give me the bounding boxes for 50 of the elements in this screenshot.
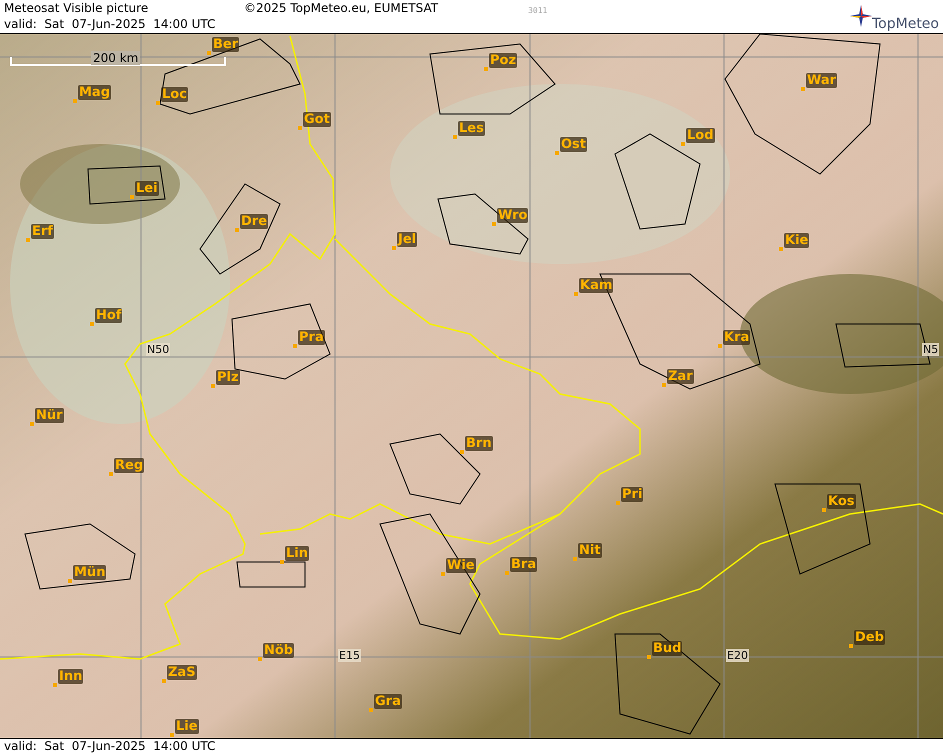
compass-star-icon [850, 5, 872, 27]
city-label: Reg [114, 458, 144, 473]
city-label: Poz [489, 53, 518, 68]
city-label: Wie [446, 558, 476, 573]
city-label: Kie [784, 233, 810, 248]
city-label: Got [303, 112, 331, 127]
grid-label: N50 [146, 343, 170, 356]
city-label: Hof [95, 308, 122, 323]
city-label: Kos [827, 494, 856, 509]
city-label: ZaS [167, 665, 197, 680]
city-label: Plz [216, 370, 240, 385]
city-label: Wro [497, 208, 528, 223]
city-label: Ost [560, 137, 588, 152]
city-label: Lod [686, 128, 715, 143]
city-label: Nöb [263, 643, 294, 658]
city-label: Kra [723, 330, 750, 345]
city-label: Loc [161, 87, 188, 102]
valid-time: valid: Sat 07-Jun-2025 14:00 UTC [4, 739, 216, 754]
grid-label: E20 [726, 649, 749, 662]
scale-label: 200 km [91, 51, 140, 65]
city-label: Brn [465, 436, 493, 451]
grid-label: E15 [338, 649, 361, 662]
city-label: Bra [510, 557, 538, 572]
city-label: Erf [31, 224, 54, 239]
map-title: Meteosat Visible picture [4, 0, 150, 16]
city-label: Inn [58, 669, 84, 684]
city-label: Nür [35, 408, 64, 423]
city-label: Nit [578, 543, 602, 558]
city-label: Mün [73, 565, 106, 580]
image-code: 3011 [528, 6, 548, 15]
city-label: Pri [621, 487, 644, 502]
city-label: Deb [854, 630, 885, 645]
city-label: Bud [652, 641, 682, 656]
city-label: Lin [285, 546, 309, 561]
city-label: Ber [212, 37, 240, 52]
city-label: Pra [298, 330, 325, 345]
city-label: Jel [397, 232, 418, 247]
city-label: Lei [135, 181, 159, 196]
city-label: Mag [78, 85, 112, 100]
city-label: Gra [374, 694, 402, 709]
city-label: Lie [175, 719, 199, 734]
copyright-text: ©2025 TopMeteo.eu, EUMETSAT [244, 0, 438, 16]
city-label: Dre [240, 214, 268, 229]
logo-text: TopMeteo [872, 16, 939, 32]
city-label: War [806, 73, 838, 88]
city-label: Kam [579, 278, 614, 293]
grid-label: N5 [922, 343, 940, 356]
city-label: Les [458, 121, 485, 136]
valid-time: valid: Sat 07-Jun-2025 14:00 UTC [4, 16, 216, 32]
city-label: Zar [667, 369, 694, 384]
